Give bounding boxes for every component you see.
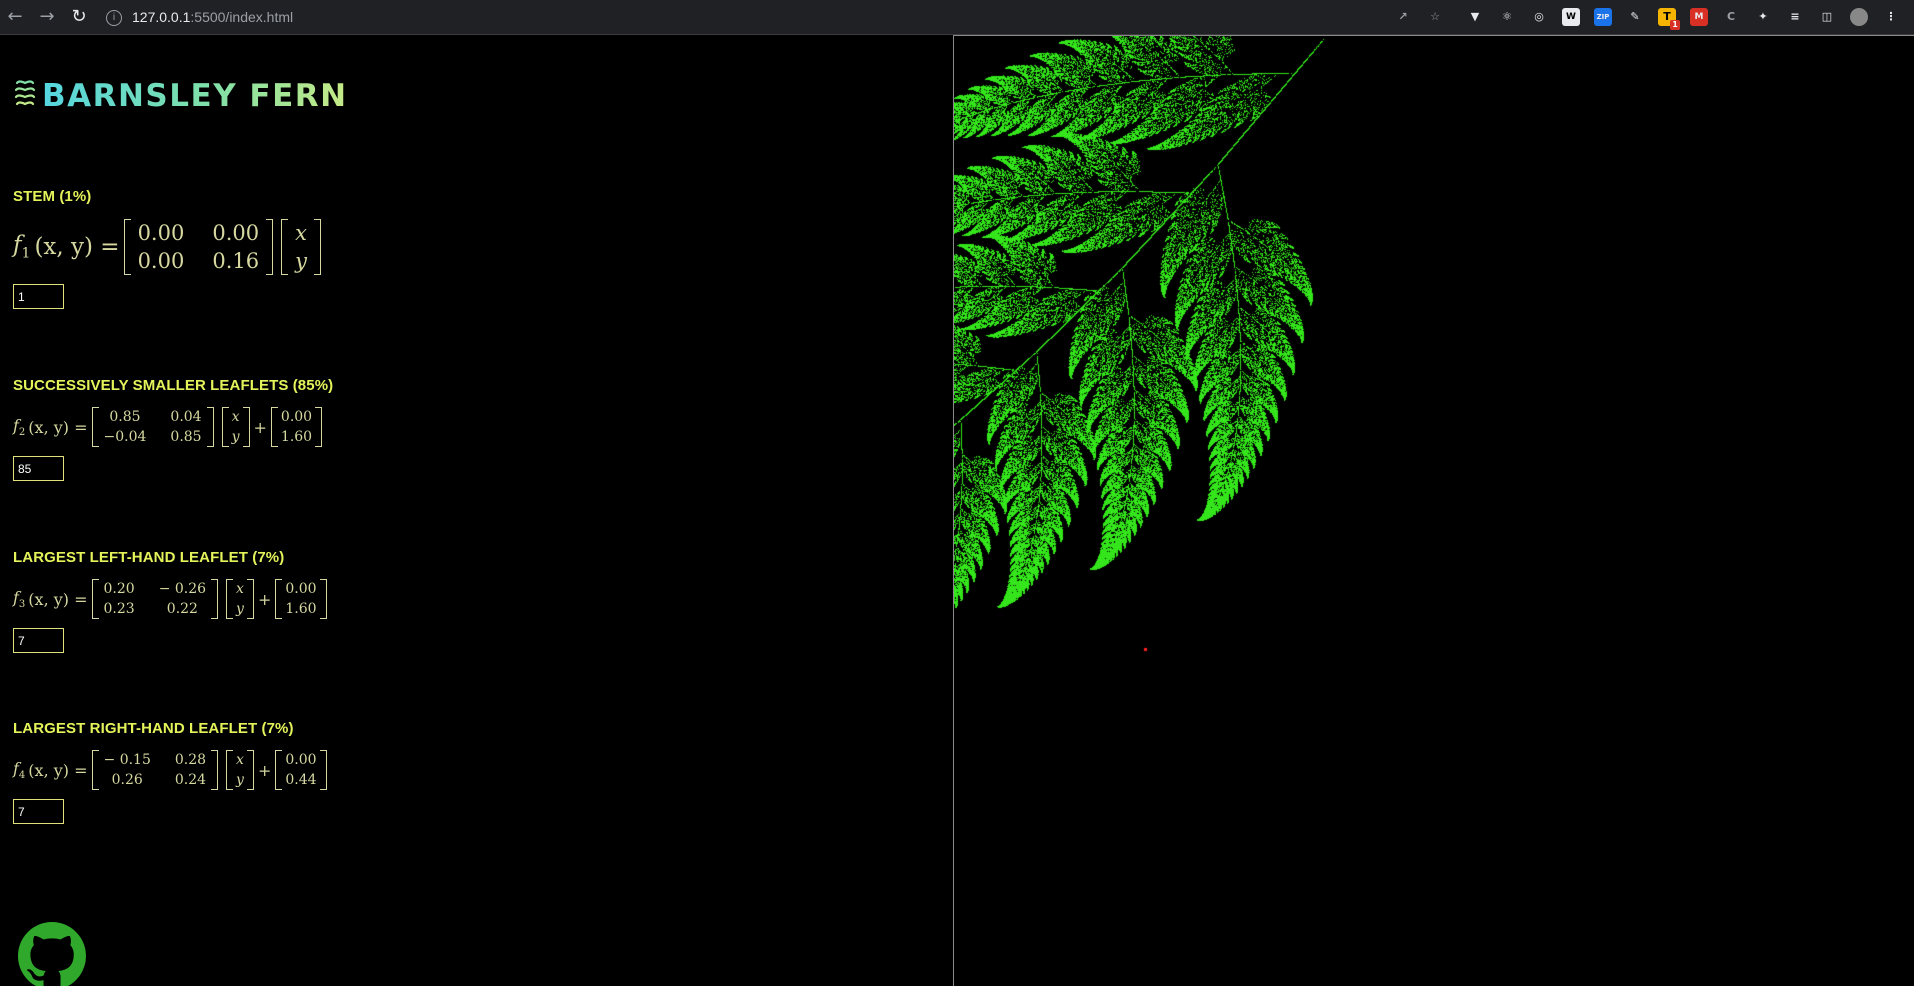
vector: x y [226, 750, 254, 790]
probability-input-f4[interactable] [13, 799, 64, 824]
section-smaller-leaflets: SUCCESSIVELY SMALLER LEAFLETS (85%) f2 (… [13, 377, 333, 394]
plus-sign: + [254, 418, 267, 437]
matrix: 0.00 0.00 0.00 0.16 [124, 219, 274, 275]
url-host: 127.0.0.1 [132, 9, 190, 25]
fern-leaf-icon [14, 75, 36, 117]
reload-icon[interactable]: ↻ [68, 6, 90, 28]
address-bar[interactable]: i 127.0.0.1:5500/index.html [106, 5, 293, 29]
function-args: (x, y) = [34, 234, 119, 260]
t-extension-icon[interactable]: T1 [1658, 8, 1676, 26]
function-name: f4 [13, 759, 25, 781]
offset-vector: 0.00 1.60 [271, 407, 322, 447]
probability-input-f2[interactable] [13, 456, 64, 481]
side-panel-icon[interactable]: ◫ [1818, 8, 1836, 26]
reading-list-icon[interactable]: ≡ [1786, 8, 1804, 26]
bookmark-star-icon[interactable]: ☆ [1426, 8, 1444, 26]
section-heading: SUCCESSIVELY SMALLER LEAFLETS (85%) [13, 377, 333, 394]
vue-devtools-icon[interactable]: ▼ [1466, 8, 1484, 26]
zip-extension-icon[interactable]: ZIP [1594, 8, 1612, 26]
fern-canvas[interactable] [954, 36, 1914, 986]
logo: BARNSLEY FERN [14, 74, 348, 118]
function-name: f1 [13, 232, 30, 262]
logo-title: BARNSLEY FERN [42, 78, 348, 114]
section-left-leaflet: LARGEST LEFT-HAND LEAFLET (7%) f3 (x, y)… [13, 549, 284, 566]
function-args: (x, y) = [28, 761, 87, 780]
info-icon[interactable]: i [106, 10, 122, 26]
probability-input-f3[interactable] [13, 628, 64, 653]
matrix: 0.85 0.04 −0.04 0.85 [92, 407, 214, 447]
url-path: :5500/index.html [190, 9, 293, 25]
function-args: (x, y) = [28, 590, 87, 609]
browser-toolbar: ← → ↻ i 127.0.0.1:5500/index.html ↗ ☆ ▼ ⚛… [0, 0, 1914, 35]
section-right-leaflet: LARGEST RIGHT-HAND LEAFLET (7%) f4 (x, y… [13, 720, 294, 737]
github-mark [18, 922, 86, 986]
w-extension-icon[interactable]: W [1562, 8, 1580, 26]
react-devtools-icon[interactable]: ⚛ [1498, 8, 1516, 26]
vector: x y [281, 219, 321, 275]
offset-vector: 0.00 0.44 [275, 750, 326, 790]
offset-vector: 0.00 1.60 [275, 579, 326, 619]
matrix: − 0.15 0.28 0.26 0.24 [92, 750, 219, 790]
vector: x y [226, 579, 254, 619]
target-icon[interactable]: ◎ [1530, 8, 1548, 26]
matrix: 0.20− 0.26 0.23 0.22 [92, 579, 219, 619]
section-heading: STEM (1%) [13, 188, 91, 205]
formula-f4: f4 (x, y) = − 0.15 0.28 0.26 0.24 x y + 0.… [13, 750, 331, 790]
avatar[interactable] [1850, 8, 1868, 26]
formula-f2: f2 (x, y) = 0.85 0.04 −0.04 0.85 x y + 0.0… [13, 407, 326, 447]
github-icon[interactable] [18, 922, 86, 986]
share-icon[interactable]: ↗ [1394, 8, 1412, 26]
extension-badge: 1 [1670, 20, 1680, 30]
fern-canvas-frame [953, 35, 1914, 986]
pen-icon[interactable]: ✎ [1626, 8, 1644, 26]
formula-f1: f1 (x, y) = 0.00 0.00 0.00 0.16 x y [13, 219, 325, 275]
m-extension-icon[interactable]: M [1690, 8, 1708, 26]
section-stem: STEM (1%) f1 (x, y) = 0.00 0.00 0.00 0.16 … [13, 188, 91, 205]
probability-input-f1[interactable] [13, 284, 64, 309]
plus-sign: + [258, 761, 271, 780]
function-name: f2 [13, 416, 25, 438]
formula-f3: f3 (x, y) = 0.20− 0.26 0.23 0.22 x y + 0.… [13, 579, 331, 619]
arrow-right-icon[interactable]: → [36, 6, 58, 28]
arrow-left-icon[interactable]: ← [4, 6, 26, 28]
vector: x y [222, 407, 250, 447]
section-heading: LARGEST LEFT-HAND LEAFLET (7%) [13, 549, 284, 566]
code-extension-icon[interactable]: C [1722, 8, 1740, 26]
plus-sign: + [258, 590, 271, 609]
kebab-menu-icon[interactable]: ⋮ [1882, 8, 1900, 26]
function-name: f3 [13, 588, 25, 610]
section-heading: LARGEST RIGHT-HAND LEAFLET (7%) [13, 720, 294, 737]
puzzle-extensions-icon[interactable]: ✦ [1754, 8, 1772, 26]
function-args: (x, y) = [28, 418, 87, 437]
